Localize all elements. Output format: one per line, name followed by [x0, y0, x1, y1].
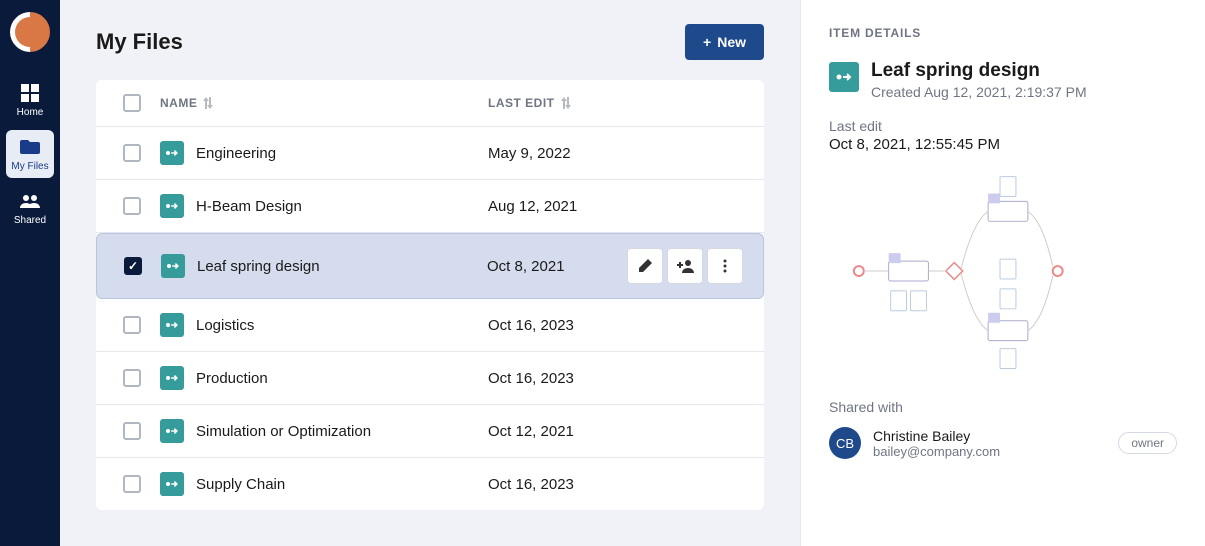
file-name: Supply Chain: [196, 476, 285, 493]
file-name: Engineering: [196, 145, 276, 162]
row-last-edit: Oct 16, 2023: [488, 317, 748, 334]
main-area: My Files + New NAME LAST EDIT Eng: [60, 0, 1205, 546]
table-header-row: NAME LAST EDIT: [96, 80, 764, 127]
add-person-button[interactable]: [667, 248, 703, 284]
select-all-checkbox[interactable]: [123, 94, 141, 112]
flow-preview: [829, 171, 1177, 381]
row-checkbox[interactable]: [124, 257, 142, 275]
row-checkbox[interactable]: [123, 197, 141, 215]
nav-label: My Files: [11, 161, 48, 172]
shared-email: bailey@company.com: [873, 444, 1106, 459]
shared-info: Christine Bailey bailey@company.com: [873, 428, 1106, 459]
details-title: Leaf spring design: [871, 60, 1087, 82]
home-dashboard-icon: [19, 82, 41, 104]
content: My Files + New NAME LAST EDIT Eng: [60, 0, 800, 546]
details-panel: ITEM DETAILS Leaf spring design Created …: [800, 0, 1205, 546]
flow-icon: [160, 141, 184, 165]
shared-icon: [19, 190, 41, 212]
file-name: Leaf spring design: [197, 258, 320, 275]
row-last-edit: Oct 16, 2023: [488, 370, 748, 387]
th-name[interactable]: NAME: [152, 96, 488, 110]
table-row[interactable]: Leaf spring design Oct 8, 2021: [96, 233, 764, 299]
sort-icon: [561, 97, 571, 109]
flow-icon: [160, 419, 184, 443]
file-name: Simulation or Optimization: [196, 423, 371, 440]
new-button-label: New: [717, 34, 746, 50]
row-name-cell: Logistics: [152, 313, 488, 337]
shared-user-row: CB Christine Bailey bailey@company.com o…: [829, 427, 1177, 459]
nav-label: Home: [17, 107, 44, 118]
details-title-row: Leaf spring design Created Aug 12, 2021,…: [829, 60, 1177, 100]
flow-icon: [829, 62, 859, 92]
table-row[interactable]: Production Oct 16, 2023: [96, 352, 764, 405]
flow-icon: [160, 313, 184, 337]
row-checkbox[interactable]: [123, 475, 141, 493]
row-checkbox[interactable]: [123, 316, 141, 334]
file-name: Logistics: [196, 317, 254, 334]
page-title: My Files: [96, 29, 183, 55]
row-name-cell: Production: [152, 366, 488, 390]
th-select-all: [112, 94, 152, 112]
row-name-cell: Simulation or Optimization: [152, 419, 488, 443]
shared-name: Christine Bailey: [873, 428, 1106, 444]
role-badge: owner: [1118, 432, 1177, 454]
row-checkbox[interactable]: [123, 422, 141, 440]
page-header: My Files + New: [96, 24, 764, 60]
last-edit-label: Last edit: [829, 118, 1177, 134]
row-last-edit: Oct 12, 2021: [488, 423, 748, 440]
row-name-cell: Leaf spring design: [153, 254, 487, 278]
flow-icon: [160, 366, 184, 390]
table-row[interactable]: Engineering May 9, 2022: [96, 127, 764, 180]
file-name: Production: [196, 370, 268, 387]
row-checkbox[interactable]: [123, 144, 141, 162]
row-last-edit: May 9, 2022: [488, 145, 748, 162]
new-button[interactable]: + New: [685, 24, 764, 60]
row-last-edit: Oct 16, 2023: [488, 476, 748, 493]
files-icon: [19, 136, 41, 158]
row-name-cell: H-Beam Design: [152, 194, 488, 218]
flow-icon: [160, 472, 184, 496]
table-row[interactable]: Supply Chain Oct 16, 2023: [96, 458, 764, 510]
th-last-edit[interactable]: LAST EDIT: [488, 96, 748, 110]
table-row[interactable]: H-Beam Design Aug 12, 2021: [96, 180, 764, 233]
th-edit-label: LAST EDIT: [488, 96, 555, 110]
flow-icon: [161, 254, 185, 278]
edit-button[interactable]: [627, 248, 663, 284]
row-last-edit: Oct 8, 2021: [487, 248, 747, 284]
row-last-edit: Aug 12, 2021: [488, 198, 748, 215]
th-name-label: NAME: [160, 96, 197, 110]
avatar: CB: [829, 427, 861, 459]
nav-shared[interactable]: Shared: [6, 184, 54, 232]
flow-icon: [160, 194, 184, 218]
row-name-cell: Engineering: [152, 141, 488, 165]
sidebar: Home My Files Shared: [0, 0, 60, 546]
details-created: Created Aug 12, 2021, 2:19:37 PM: [871, 84, 1087, 100]
last-edit-value: Oct 8, 2021, 12:55:45 PM: [829, 136, 1177, 153]
table-row[interactable]: Simulation or Optimization Oct 12, 2021: [96, 405, 764, 458]
shared-with-label: Shared with: [829, 399, 1177, 415]
more-menu-button[interactable]: [707, 248, 743, 284]
app-logo: [2, 4, 59, 61]
file-name: H-Beam Design: [196, 198, 302, 215]
table-row[interactable]: Logistics Oct 16, 2023: [96, 299, 764, 352]
nav-label: Shared: [14, 215, 46, 226]
details-header: ITEM DETAILS: [829, 26, 1177, 40]
plus-icon: +: [703, 34, 711, 50]
nav-my-files[interactable]: My Files: [6, 130, 54, 178]
sort-icon: [203, 97, 213, 109]
row-checkbox[interactable]: [123, 369, 141, 387]
row-name-cell: Supply Chain: [152, 472, 488, 496]
file-table: NAME LAST EDIT Engineering May 9, 2022 H-B…: [96, 80, 764, 510]
nav-home[interactable]: Home: [6, 76, 54, 124]
